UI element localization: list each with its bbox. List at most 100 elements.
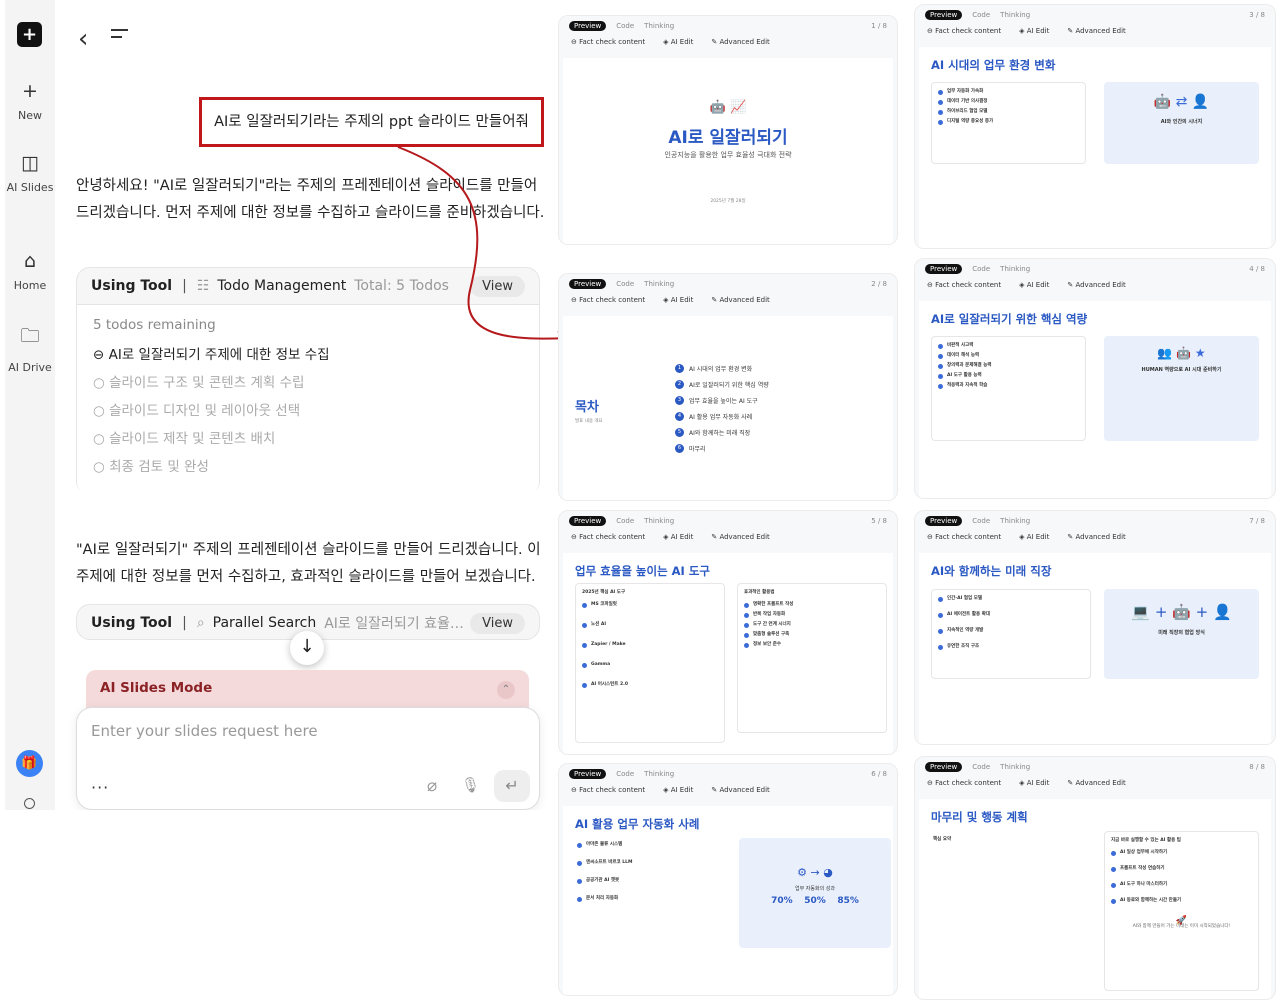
app-logo[interactable]: + (17, 22, 42, 47)
tab-preview[interactable]: Preview (925, 516, 963, 526)
menu-icon[interactable] (111, 29, 128, 43)
tab-preview[interactable]: Preview (569, 516, 607, 526)
uses-box: 효과적인 활용법 명확한 프롬프트 작성 반복 작업 자동화 도구 간 연계 시… (737, 583, 887, 733)
bullet-title: 적응력과 지속적 학습 (947, 383, 988, 388)
view-button[interactable]: View (470, 612, 525, 634)
tab-preview[interactable]: Preview (569, 769, 607, 779)
advanced-edit-button[interactable]: ✎ Advanced Edit (711, 296, 769, 304)
tab-code[interactable]: Code (616, 770, 634, 778)
fact-check-button[interactable]: ⊖ Fact check content (927, 27, 1001, 35)
content-box: 인간-AI 협업 모델 AI 에이전트 활용 확대 지속적인 역량 개발 유연한… (931, 589, 1091, 679)
tab-code[interactable]: Code (972, 763, 990, 771)
home-button[interactable]: ⌂ Home (5, 250, 55, 292)
paperclip-icon[interactable]: ⌀ (427, 776, 437, 796)
ai-edit-button[interactable]: ◈ AI Edit (663, 296, 693, 304)
ai-edit-button[interactable]: ◈ AI Edit (1019, 533, 1049, 541)
tab-thinking[interactable]: Thinking (1000, 265, 1030, 273)
tab-code[interactable]: Code (616, 280, 634, 288)
slide-card-4[interactable]: Preview Code Thinking 4 / 8 ⊖ Fact check c… (914, 258, 1276, 499)
tab-code[interactable]: Code (972, 265, 990, 273)
bullet-title: 데이터 해석 능력 (947, 353, 980, 358)
ai-drive-button[interactable]: 🗀 AI Drive (5, 322, 55, 374)
tab-thinking[interactable]: Thinking (1000, 11, 1030, 19)
profile-icon[interactable] (24, 798, 35, 809)
box-heading: 지금 바로 실행할 수 있는 AI 활용 팁 (1111, 838, 1181, 843)
ai-edit-button[interactable]: ◈ AI Edit (663, 786, 693, 794)
request-input-box[interactable]: Enter your slides request here ··· ⌀ 🎙 ↵ (76, 707, 540, 810)
tab-thinking[interactable]: Thinking (644, 22, 674, 30)
fact-check-button[interactable]: ⊖ Fact check content (927, 281, 1001, 289)
more-options-icon[interactable]: ··· (91, 778, 109, 797)
tab-thinking[interactable]: Thinking (644, 280, 674, 288)
request-input[interactable]: Enter your slides request here (91, 722, 318, 740)
box-title: AI와 인간의 시너지 (1160, 119, 1203, 125)
tab-preview[interactable]: Preview (569, 279, 607, 289)
slide-card-8[interactable]: Preview Code Thinking 8 / 8 ⊖ Fact check c… (914, 756, 1276, 1000)
tab-preview[interactable]: Preview (925, 264, 963, 274)
advanced-edit-button[interactable]: ✎ Advanced Edit (711, 533, 769, 541)
new-button[interactable]: + New (5, 80, 55, 122)
send-icon[interactable]: ↵ (494, 770, 530, 802)
tab-thinking[interactable]: Thinking (1000, 517, 1030, 525)
tab-preview[interactable]: Preview (569, 21, 607, 31)
toc-text: AI 시대의 업무 환경 변화 (689, 366, 753, 373)
advanced-edit-button[interactable]: ✎ Advanced Edit (711, 38, 769, 46)
advanced-edit-button[interactable]: ✎ Advanced Edit (1067, 27, 1125, 35)
tab-thinking[interactable]: Thinking (1000, 763, 1030, 771)
slide-card-3[interactable]: Preview Code Thinking 3 / 8 ⊖ Fact check c… (914, 4, 1276, 249)
tab-code[interactable]: Code (972, 11, 990, 19)
fact-check-button[interactable]: ⊖ Fact check content (571, 533, 645, 541)
fact-check-button[interactable]: ⊖ Fact check content (571, 38, 645, 46)
fact-check-button[interactable]: ⊖ Fact check content (927, 533, 1001, 541)
tab-thinking[interactable]: Thinking (644, 517, 674, 525)
tip-item: AI 도구 하나 마스터하기 (1120, 882, 1168, 887)
tab-code[interactable]: Code (972, 517, 990, 525)
advanced-edit-button[interactable]: ✎ Advanced Edit (711, 786, 769, 794)
todo-circle-icon: ○ (93, 375, 105, 391)
slide-card-6[interactable]: Preview Code Thinking 6 / 8 ⊖ Fact check c… (558, 763, 898, 996)
tab-preview[interactable]: Preview (925, 10, 963, 20)
ai-slides-button[interactable]: ◫ AI Slides (5, 152, 55, 194)
todo-circle-icon: ○ (93, 431, 105, 447)
fact-check-button[interactable]: ⊖ Fact check content (927, 779, 1001, 787)
tab-code[interactable]: Code (616, 22, 634, 30)
robot-chart-icon: 🤖 📈 (709, 100, 747, 115)
tab-preview[interactable]: Preview (925, 762, 963, 772)
tool-query: AI로 일잘러되기 효율성 향상 AI (324, 616, 470, 632)
slide-title: AI 활용 업무 자동화 사례 (575, 817, 700, 831)
tab-thinking[interactable]: Thinking (644, 770, 674, 778)
slide-card-7[interactable]: Preview Code Thinking 7 / 8 ⊖ Fact check c… (914, 510, 1276, 745)
advanced-edit-button[interactable]: ✎ Advanced Edit (1067, 779, 1125, 787)
bullet-title: 창의력과 문제해결 능력 (947, 363, 992, 368)
advanced-edit-button[interactable]: ✎ Advanced Edit (1067, 533, 1125, 541)
back-chevron-icon[interactable]: ‹ (78, 24, 88, 54)
slide-card-2[interactable]: Preview Code Thinking 2 / 8 ⊖ Fact check c… (558, 273, 898, 501)
ai-edit-button[interactable]: ◈ AI Edit (663, 533, 693, 541)
toc-number: 3 (675, 396, 684, 405)
fact-check-button[interactable]: ⊖ Fact check content (571, 296, 645, 304)
gift-icon[interactable]: 🎁 (16, 750, 43, 777)
ai-edit-button[interactable]: ◈ AI Edit (1019, 779, 1049, 787)
todo-circle-icon: ○ (93, 403, 105, 419)
slide-card-1[interactable]: Preview Code Thinking 1 / 8 ⊖ Fact check c… (558, 15, 898, 245)
todo-text: 최종 검토 및 완성 (109, 459, 209, 475)
chevron-up-icon[interactable]: ⌃ (497, 681, 515, 699)
user-message: AI로 일잘러되기라는 주제의 ppt 슬라이드 만들어줘 (199, 97, 544, 147)
ai-edit-button[interactable]: ◈ AI Edit (1019, 27, 1049, 35)
slide-preview: AI 시대의 업무 환경 변화 업무 자동화 가속화 데이터 기반 의사결정 하… (919, 47, 1271, 248)
stat-value: 70% (771, 896, 793, 906)
slide-card-5[interactable]: Preview Code Thinking 5 / 8 ⊖ Fact check c… (558, 510, 898, 755)
fact-check-button[interactable]: ⊖ Fact check content (571, 786, 645, 794)
microphone-icon[interactable]: 🎙 (461, 776, 480, 794)
slide-preview: 🤖 📈 AI로 일잘러되기 인공지능을 활용한 업무 효율성 극대화 전략 20… (563, 58, 893, 244)
tab-code[interactable]: Code (616, 517, 634, 525)
scroll-down-arrow-icon[interactable]: ↓ (290, 631, 324, 665)
advanced-edit-button[interactable]: ✎ Advanced Edit (1067, 281, 1125, 289)
ai-edit-button[interactable]: ◈ AI Edit (1019, 281, 1049, 289)
ai-edit-button[interactable]: ◈ AI Edit (663, 38, 693, 46)
content-box: 업무 자동화 가속화 데이터 기반 의사결정 하이브리드 협업 모델 디지털 역… (931, 82, 1086, 164)
bullet-title: 유연한 조직 구조 (947, 644, 980, 649)
toc-item: 2 AI로 일잘러되기 위한 핵심 역량 (675, 380, 769, 389)
view-button[interactable]: View (470, 275, 525, 297)
slide-date: 2025년 7월 28일 (710, 199, 746, 204)
